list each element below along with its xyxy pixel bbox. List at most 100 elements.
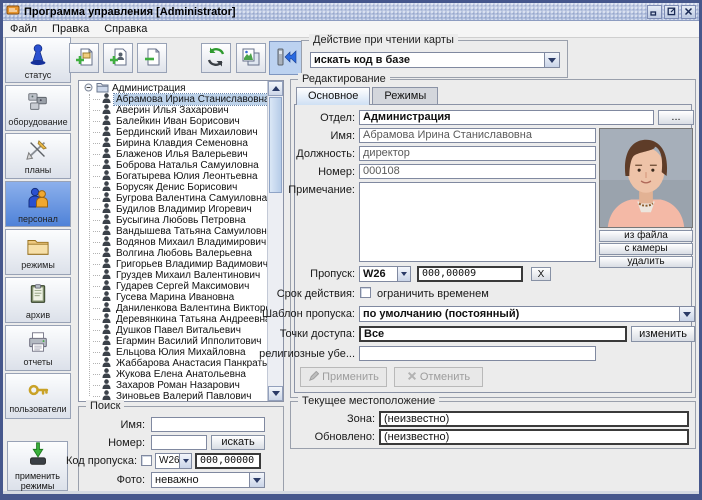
dept-browse-button[interactable]: ... xyxy=(658,110,694,125)
maximize-icon[interactable] xyxy=(664,5,679,19)
access-change-button[interactable]: изменить xyxy=(631,326,695,342)
name-field[interactable]: Абрамова Ирина Станиславовна xyxy=(359,128,596,143)
pass-template-select[interactable]: по умолчанию (постоянный) xyxy=(359,306,695,322)
search-group-title: Поиск xyxy=(86,400,124,412)
photo-from-file-button[interactable]: из файла xyxy=(599,230,693,242)
apply-button-label: Применить xyxy=(322,371,379,383)
refresh-button[interactable] xyxy=(201,43,231,73)
remove-button[interactable] xyxy=(137,43,167,73)
export-button[interactable] xyxy=(236,43,266,73)
add-department-button[interactable] xyxy=(69,43,99,73)
card-action-value: искать код в базе xyxy=(311,53,544,67)
zone-label: Зона: xyxy=(347,413,375,425)
personnel-icon xyxy=(25,185,51,213)
religion-field[interactable] xyxy=(359,346,596,361)
photo-from-camera-button[interactable]: с камеры xyxy=(599,243,693,255)
access-label: Точки доступа: xyxy=(280,328,355,340)
religion-label: религиозные убе... xyxy=(259,348,355,360)
position-field[interactable]: директор xyxy=(359,146,596,161)
search-passcode-value[interactable]: 000,00000 xyxy=(195,453,261,469)
chevron-down-icon[interactable] xyxy=(179,454,191,468)
template-label: Шаблон пропуска: xyxy=(262,308,355,320)
tree-person-label: Егармин Василий Ипполитович xyxy=(114,336,264,347)
tree-person-label: Боброва Наталья Самуиловна xyxy=(114,160,261,171)
menu-2[interactable]: Справка xyxy=(104,23,147,35)
updated-field: (неизвестно) xyxy=(379,429,689,445)
sidebar-item-статус[interactable]: статус xyxy=(5,37,71,83)
scroll-up-icon[interactable] xyxy=(268,81,283,96)
chevron-down-icon[interactable] xyxy=(249,473,264,487)
modes-icon xyxy=(25,235,51,259)
tab-0[interactable]: Основное xyxy=(296,87,370,105)
editor-group: Редактирование ОсновноеРежимы Отдел: Адм… xyxy=(290,79,696,398)
tree-person-label: Волгина Любовь Валерьевна xyxy=(114,248,254,259)
tree-person-label: Бирина Клавдия Семеновна xyxy=(114,138,250,149)
tab-1[interactable]: Режимы xyxy=(372,87,438,105)
tree-person-label: Душков Павел Витальевич xyxy=(114,325,243,336)
tree-person-label: Бугрова Валентина Самуиловна xyxy=(114,193,267,204)
cancel-button[interactable]: Отменить xyxy=(394,367,483,387)
search-passcode-checkbox[interactable] xyxy=(141,455,152,466)
status-icon xyxy=(26,41,50,69)
tree-person-label: Будилов Владимир Игоревич xyxy=(114,204,254,215)
tree-person-label: Захаров Роман Назарович xyxy=(114,380,242,391)
scroll-down-icon[interactable] xyxy=(268,386,283,401)
search-photo-select[interactable]: неважно xyxy=(151,472,265,488)
cancel-button-label: Отменить xyxy=(420,371,470,383)
sidebar-item-персонал[interactable]: персонал xyxy=(5,181,71,227)
note-textarea[interactable] xyxy=(359,182,596,262)
number-label: Номер: xyxy=(318,166,355,178)
tree-person-label: Абрамова Ирина Станиславовна xyxy=(114,94,267,105)
apply-button[interactable]: Применить xyxy=(300,367,387,387)
sidebar-item-режимы[interactable]: режимы xyxy=(5,229,71,275)
photo-delete-button[interactable]: удалить xyxy=(599,256,693,268)
number-field[interactable]: 000108 xyxy=(359,164,596,179)
dept-label: Отдел: xyxy=(320,112,355,124)
chevron-down-icon[interactable] xyxy=(679,307,694,321)
search-name-input[interactable] xyxy=(151,417,265,432)
chevron-down-icon[interactable] xyxy=(544,53,559,67)
search-passtype-select[interactable]: W26 xyxy=(155,453,192,469)
editor-tabs: ОсновноеРежимы xyxy=(296,87,438,105)
sidebar-item-пользователи[interactable]: пользователи xyxy=(5,373,71,419)
sidebar-item-label: пользователи xyxy=(9,404,66,414)
sidebar-item-label: отчеты xyxy=(24,357,53,367)
pass-label: Пропуск: xyxy=(310,268,355,280)
sidebar-item-планы[interactable]: планы xyxy=(5,133,71,179)
pass-code-field[interactable]: 000,00009 xyxy=(417,266,523,282)
close-icon[interactable] xyxy=(681,5,696,19)
plans-icon xyxy=(25,138,51,164)
scrollbar-thumb[interactable] xyxy=(269,97,282,193)
menu-0[interactable]: Файл xyxy=(10,23,37,35)
app-icon xyxy=(6,4,20,19)
minimize-icon[interactable] xyxy=(647,5,662,19)
apply-modes-button[interactable]: применить режимы xyxy=(7,441,68,491)
window-title: Программа управления [Administrator] xyxy=(24,6,236,18)
search-button[interactable]: искать xyxy=(211,435,265,450)
add-person-button[interactable] xyxy=(103,43,133,73)
tree-person-label: Водянов Михаил Владимирович xyxy=(114,237,267,248)
sidebar-item-label: статус xyxy=(25,70,51,80)
validity-checkbox[interactable] xyxy=(360,287,371,298)
sidebar-item-архив[interactable]: архив xyxy=(5,277,71,323)
tree-person-label: Григорьев Владимир Вадимович xyxy=(114,259,267,270)
dept-field[interactable]: Администрация xyxy=(359,110,654,125)
sidebar-item-оборудование[interactable]: оборудование xyxy=(5,85,71,131)
pass-type-select[interactable]: W26 xyxy=(359,266,411,282)
chevron-down-icon[interactable] xyxy=(397,267,410,281)
tree-person-label: Деревянкина Татьяна Андреевна xyxy=(114,314,267,325)
card-read-button[interactable] xyxy=(269,41,302,75)
menu-1[interactable]: Правка xyxy=(52,23,89,35)
tree-person-label: Зиновьев Валерий Павлович xyxy=(114,391,253,401)
card-action-select[interactable]: искать код в базе xyxy=(310,52,560,68)
card-read-icon xyxy=(275,46,297,71)
sidebar: статус оборудованиепланыперсоналрежимыарх… xyxy=(5,37,71,421)
search-number-input[interactable] xyxy=(151,435,207,450)
expand-handle-icon[interactable] xyxy=(84,83,93,95)
pass-clear-button[interactable]: X xyxy=(531,267,551,281)
sidebar-item-отчеты[interactable]: отчеты xyxy=(5,325,71,371)
tree-person-label: Гударев Сергей Максимович xyxy=(114,281,251,292)
updated-label: Обновлено: xyxy=(315,431,375,443)
tree-person-label: Вандышева Татьяна Самуиловна xyxy=(114,226,267,237)
access-field[interactable]: Все xyxy=(359,326,627,342)
